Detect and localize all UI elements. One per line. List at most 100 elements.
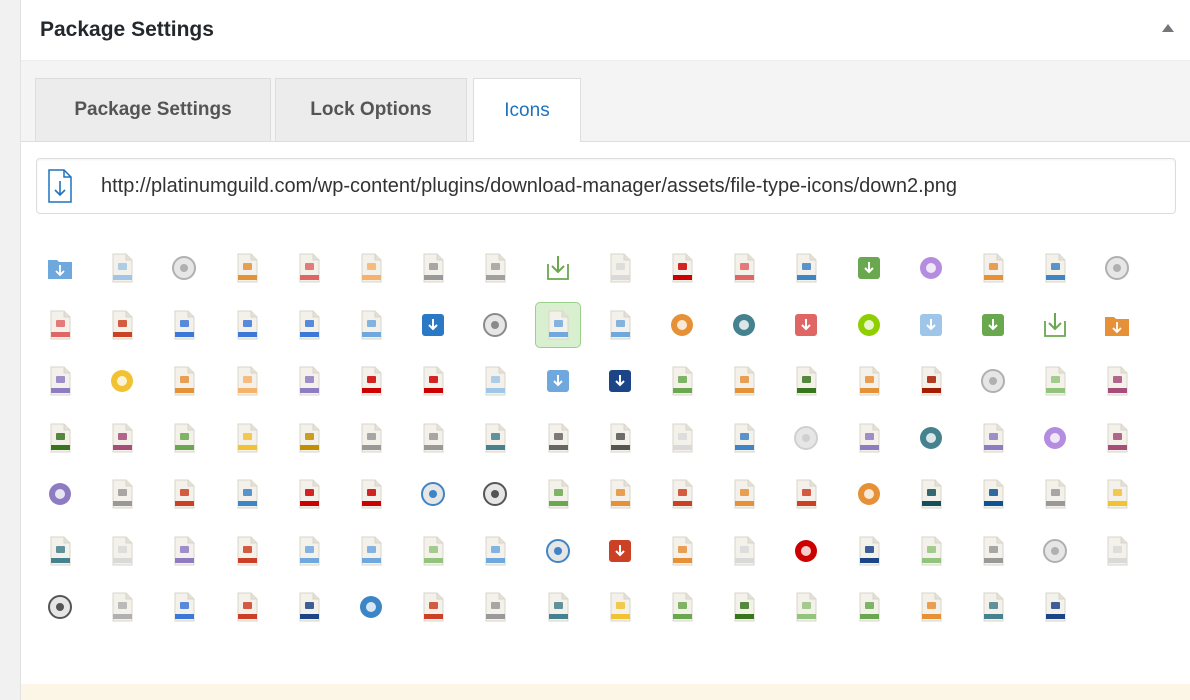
disc-icon[interactable]: [161, 245, 207, 291]
eps-file-icon[interactable]: [224, 358, 270, 404]
jpeg-file-icon[interactable]: [37, 415, 83, 461]
m4v-file-icon[interactable]: [535, 415, 581, 461]
download-red-icon[interactable]: [783, 302, 829, 348]
gear-light-blue-icon[interactable]: [535, 528, 581, 574]
flac-file-icon[interactable]: [472, 358, 518, 404]
lock-file-icon[interactable]: [410, 245, 456, 291]
eye-file-icon[interactable]: [1094, 471, 1140, 517]
asf-file-icon[interactable]: [721, 245, 767, 291]
monitor-download-icon[interactable]: [908, 302, 954, 348]
publisher-file-icon[interactable]: [37, 528, 83, 574]
gear-blue-icon[interactable]: [410, 471, 456, 517]
iso-file-icon[interactable]: [1032, 358, 1078, 404]
dwg-file-icon[interactable]: [37, 358, 83, 404]
fla-file-icon[interactable]: [410, 358, 456, 404]
download-box-icon[interactable]: [597, 302, 643, 348]
blue-gradient-icon[interactable]: [535, 358, 581, 404]
disc-white-icon[interactable]: [1032, 528, 1078, 574]
png-file-icon[interactable]: [535, 471, 581, 517]
zipper-icon[interactable]: [970, 584, 1016, 630]
pdf-red-file-icon[interactable]: [286, 471, 332, 517]
pdf-acrobat-file-icon[interactable]: [348, 471, 394, 517]
video-file-icon[interactable]: [99, 584, 145, 630]
msg-file-icon[interactable]: [161, 471, 207, 517]
key-file-icon[interactable]: [410, 415, 456, 461]
flash-file-icon[interactable]: [348, 358, 394, 404]
wpd-file-icon[interactable]: [472, 584, 518, 630]
search-file-icon[interactable]: [721, 415, 767, 461]
question-icon[interactable]: [846, 471, 892, 517]
red-media-file-icon[interactable]: [659, 245, 705, 291]
code-file-icon[interactable]: [970, 245, 1016, 291]
download-folder-icon[interactable]: [37, 245, 83, 291]
pptx2-file-icon[interactable]: [783, 471, 829, 517]
iso-disc-icon[interactable]: [970, 358, 1016, 404]
wav-file-icon[interactable]: [161, 584, 207, 630]
download-arrow-icon[interactable]: [535, 245, 581, 291]
xls-file-icon[interactable]: [783, 584, 829, 630]
acrobat-file-icon[interactable]: [286, 245, 332, 291]
blank-file-icon[interactable]: [597, 245, 643, 291]
check-file-icon[interactable]: [659, 358, 705, 404]
purple-file-icon[interactable]: [161, 528, 207, 574]
orange-square-file-icon[interactable]: [161, 358, 207, 404]
zip-yellow-file-icon[interactable]: [597, 584, 643, 630]
music-blank-file-icon[interactable]: [659, 415, 705, 461]
mpeg-file-icon[interactable]: [1094, 415, 1140, 461]
w-logo-icon[interactable]: [410, 302, 456, 348]
json2-file-icon[interactable]: [348, 415, 394, 461]
css-file-icon[interactable]: [1032, 245, 1078, 291]
html-file-icon[interactable]: [846, 358, 892, 404]
tab-icons[interactable]: Icons: [473, 78, 581, 142]
pptx-file-icon[interactable]: [721, 471, 767, 517]
ppt-file-icon[interactable]: [659, 471, 705, 517]
info-box-icon[interactable]: [597, 358, 643, 404]
pdf-download-icon[interactable]: [224, 471, 270, 517]
android-icon[interactable]: [846, 302, 892, 348]
xlsx-file-icon[interactable]: [846, 584, 892, 630]
music-file-icon[interactable]: [597, 415, 643, 461]
zip-file-icon[interactable]: [1032, 584, 1078, 630]
jar-file-icon[interactable]: [1094, 358, 1140, 404]
txt-file-icon[interactable]: [721, 528, 767, 574]
ai-file-icon[interactable]: [348, 245, 394, 291]
record-icon[interactable]: [783, 528, 829, 574]
cloud-icon[interactable]: [908, 245, 954, 291]
image-file-icon[interactable]: [783, 245, 829, 291]
word-file-icon[interactable]: [286, 302, 332, 348]
excel-file-icon[interactable]: [659, 584, 705, 630]
jpg-file-icon[interactable]: [161, 415, 207, 461]
icon-url-field[interactable]: http://platinumguild.com/wp-content/plug…: [36, 158, 1176, 214]
green-download-icon[interactable]: [846, 245, 892, 291]
tab-lock-options[interactable]: Lock Options: [275, 78, 467, 141]
download-circle-teal-icon[interactable]: [721, 302, 767, 348]
ring-icon[interactable]: [99, 358, 145, 404]
indesign-file-icon[interactable]: [908, 358, 954, 404]
orange-folder-icon[interactable]: [1094, 302, 1140, 348]
generic-file-icon[interactable]: [472, 245, 518, 291]
film-reel-icon[interactable]: [1032, 415, 1078, 461]
kml-file-icon[interactable]: [472, 415, 518, 461]
tmp-file-icon[interactable]: [970, 528, 1016, 574]
database-icon[interactable]: [472, 302, 518, 348]
speaker-file-icon[interactable]: [410, 584, 456, 630]
text-file-icon[interactable]: [99, 245, 145, 291]
vob-disc-icon[interactable]: [37, 584, 83, 630]
mov-file-icon[interactable]: [99, 471, 145, 517]
tab-package-settings[interactable]: Package Settings: [35, 78, 271, 141]
download-circle-orange-icon[interactable]: [659, 302, 705, 348]
exe-file-icon[interactable]: [286, 358, 332, 404]
pdf-file-icon[interactable]: [224, 245, 270, 291]
globe-icon[interactable]: [348, 584, 394, 630]
wave-file-icon[interactable]: [224, 584, 270, 630]
tif-file-icon[interactable]: [846, 528, 892, 574]
disc-gray-icon[interactable]: [1094, 245, 1140, 291]
ps-blue-file-icon[interactable]: [970, 471, 1016, 517]
pps-file-icon[interactable]: [597, 471, 643, 517]
vcf-file-icon[interactable]: [1094, 528, 1140, 574]
json-file-icon[interactable]: [286, 415, 332, 461]
js-file-icon[interactable]: [224, 415, 270, 461]
film-reel-purple-icon[interactable]: [37, 471, 83, 517]
disc-light-icon[interactable]: [783, 415, 829, 461]
headphones-icon[interactable]: [908, 415, 954, 461]
